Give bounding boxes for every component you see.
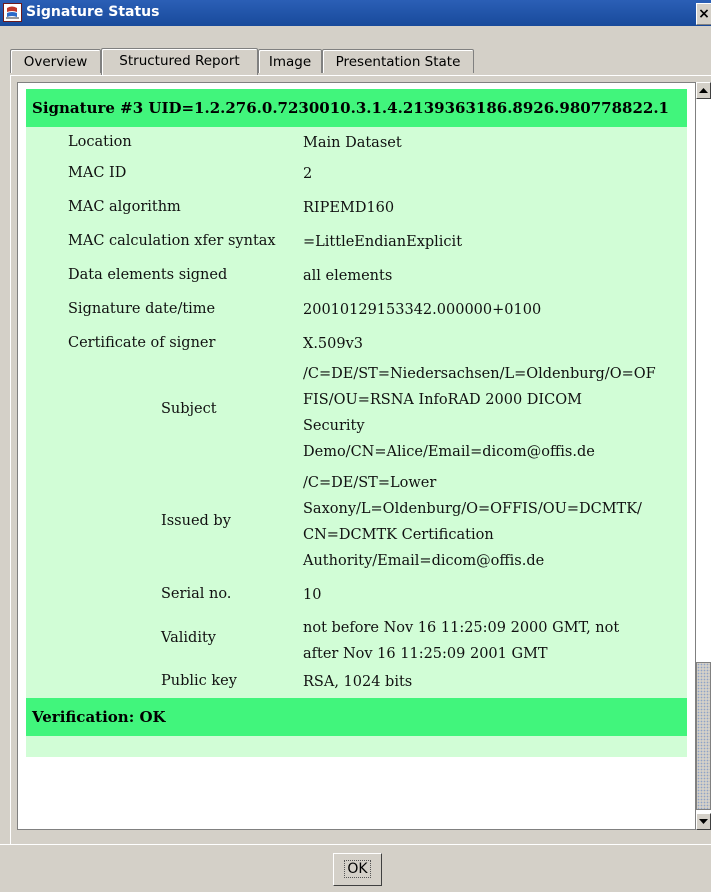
verification-status: Verification: OK (26, 698, 687, 736)
detail-label: MAC algorithm (68, 199, 181, 215)
button-bar: OK (0, 844, 711, 892)
scroll-down-button[interactable] (696, 813, 711, 830)
value-line: /C=DE/ST=Niedersachsen/L=Oldenburg/O=OF (303, 366, 656, 382)
certificate-row-public-key: Public key RSA, 1024 bits (26, 669, 687, 698)
value-line: Authority/Email=dicom@offis.de (303, 553, 545, 569)
detail-row: Data elements signed all elements (26, 260, 687, 294)
detail-value: /C=DE/ST=Niedersachsen/L=Oldenburg/O=OF … (303, 361, 683, 465)
value-line: Security (303, 418, 365, 434)
detail-value: RSA, 1024 bits (303, 669, 683, 695)
detail-label: MAC calculation xfer syntax (68, 233, 276, 249)
value-line: FIS/OU=RSNA InfoRAD 2000 DICOM (303, 392, 582, 408)
detail-label: Serial no. (161, 586, 232, 602)
detail-label: Location (68, 134, 132, 150)
detail-label: Certificate of signer (68, 335, 216, 351)
detail-label: Signature date/time (68, 301, 216, 317)
ok-button-label: OK (344, 860, 371, 878)
value-line: /C=DE/ST=Lower (303, 475, 437, 491)
signature-details: Location Main Dataset MAC ID 2 MAC algor… (26, 127, 687, 698)
value-line: CN=DCMTK Certification (303, 527, 494, 543)
detail-value: Main Dataset (303, 135, 402, 151)
ok-button[interactable]: OK (333, 853, 382, 886)
detail-value: all elements (303, 268, 393, 284)
close-icon[interactable]: × (696, 3, 711, 25)
detail-value: X.509v3 (303, 336, 364, 352)
value-line: 10 (303, 587, 322, 603)
app-icon (3, 3, 22, 22)
window-title: Signature Status (26, 4, 160, 20)
detail-row: Signature date/time 20010129153342.00000… (26, 294, 687, 328)
detail-value: not before Nov 16 11:25:09 2000 GMT, not… (303, 615, 683, 667)
signature-status-window: Signature Status × Overview Structured R… (0, 0, 711, 892)
detail-label: Public key (161, 673, 237, 689)
certificate-row-serial: Serial no. 10 (26, 579, 687, 613)
scroll-up-button[interactable] (696, 82, 711, 99)
tab-image[interactable]: Image (258, 49, 322, 73)
detail-label: Subject (161, 401, 217, 417)
title-bar[interactable]: Signature Status × (0, 0, 711, 26)
detail-row: MAC ID 2 (26, 158, 687, 192)
vertical-scrollbar[interactable] (696, 82, 711, 830)
scroll-thumb[interactable] (696, 662, 711, 810)
certificate-row-subject: Subject /C=DE/ST=Niedersachsen/L=Oldenbu… (26, 359, 687, 467)
value-line: after Nov 16 11:25:09 2001 GMT (303, 646, 548, 662)
detail-label: Validity (161, 630, 216, 646)
detail-value: =LittleEndianExplicit (303, 234, 463, 250)
signature-header: Signature #3 UID=1.2.276.0.7230010.3.1.4… (26, 89, 687, 127)
detail-label: Data elements signed (68, 267, 228, 283)
detail-row: Certificate of signer X.509v3 (26, 328, 687, 359)
arrow-up-icon (699, 88, 708, 93)
certificate-row-validity: Validity not before Nov 16 11:25:09 2000… (26, 613, 687, 669)
report-view: Signature #3 UID=1.2.276.0.7230010.3.1.4… (17, 82, 696, 830)
value-line: not before Nov 16 11:25:09 2000 GMT, not (303, 620, 620, 636)
value-line: RSA, 1024 bits (303, 674, 413, 690)
detail-value: RIPEMD160 (303, 200, 395, 216)
detail-value: /C=DE/ST=Lower Saxony/L=Oldenburg/O=OFFI… (303, 470, 683, 574)
detail-value: 20010129153342.000000+0100 (303, 302, 542, 318)
certificate-row-issuer: Issued by /C=DE/ST=Lower Saxony/L=Oldenb… (26, 467, 687, 579)
tab-structured-report[interactable]: Structured Report (101, 48, 258, 75)
panel-footer-space (26, 736, 687, 757)
value-line: Saxony/L=Oldenburg/O=OFFIS/OU=DCMTK/ (303, 501, 642, 517)
detail-value: 10 (303, 582, 683, 608)
value-line: Demo/CN=Alice/Email=dicom@offis.de (303, 444, 595, 460)
detail-label: MAC ID (68, 165, 127, 181)
detail-label: Issued by (161, 513, 231, 529)
detail-row: MAC calculation xfer syntax =LittleEndia… (26, 226, 687, 260)
tab-overview[interactable]: Overview (10, 49, 101, 73)
detail-value: 2 (303, 166, 313, 182)
detail-row: MAC algorithm RIPEMD160 (26, 192, 687, 226)
tab-presentation-state[interactable]: Presentation State (322, 49, 474, 73)
arrow-down-icon (699, 819, 708, 824)
detail-row: Location Main Dataset (26, 127, 687, 158)
